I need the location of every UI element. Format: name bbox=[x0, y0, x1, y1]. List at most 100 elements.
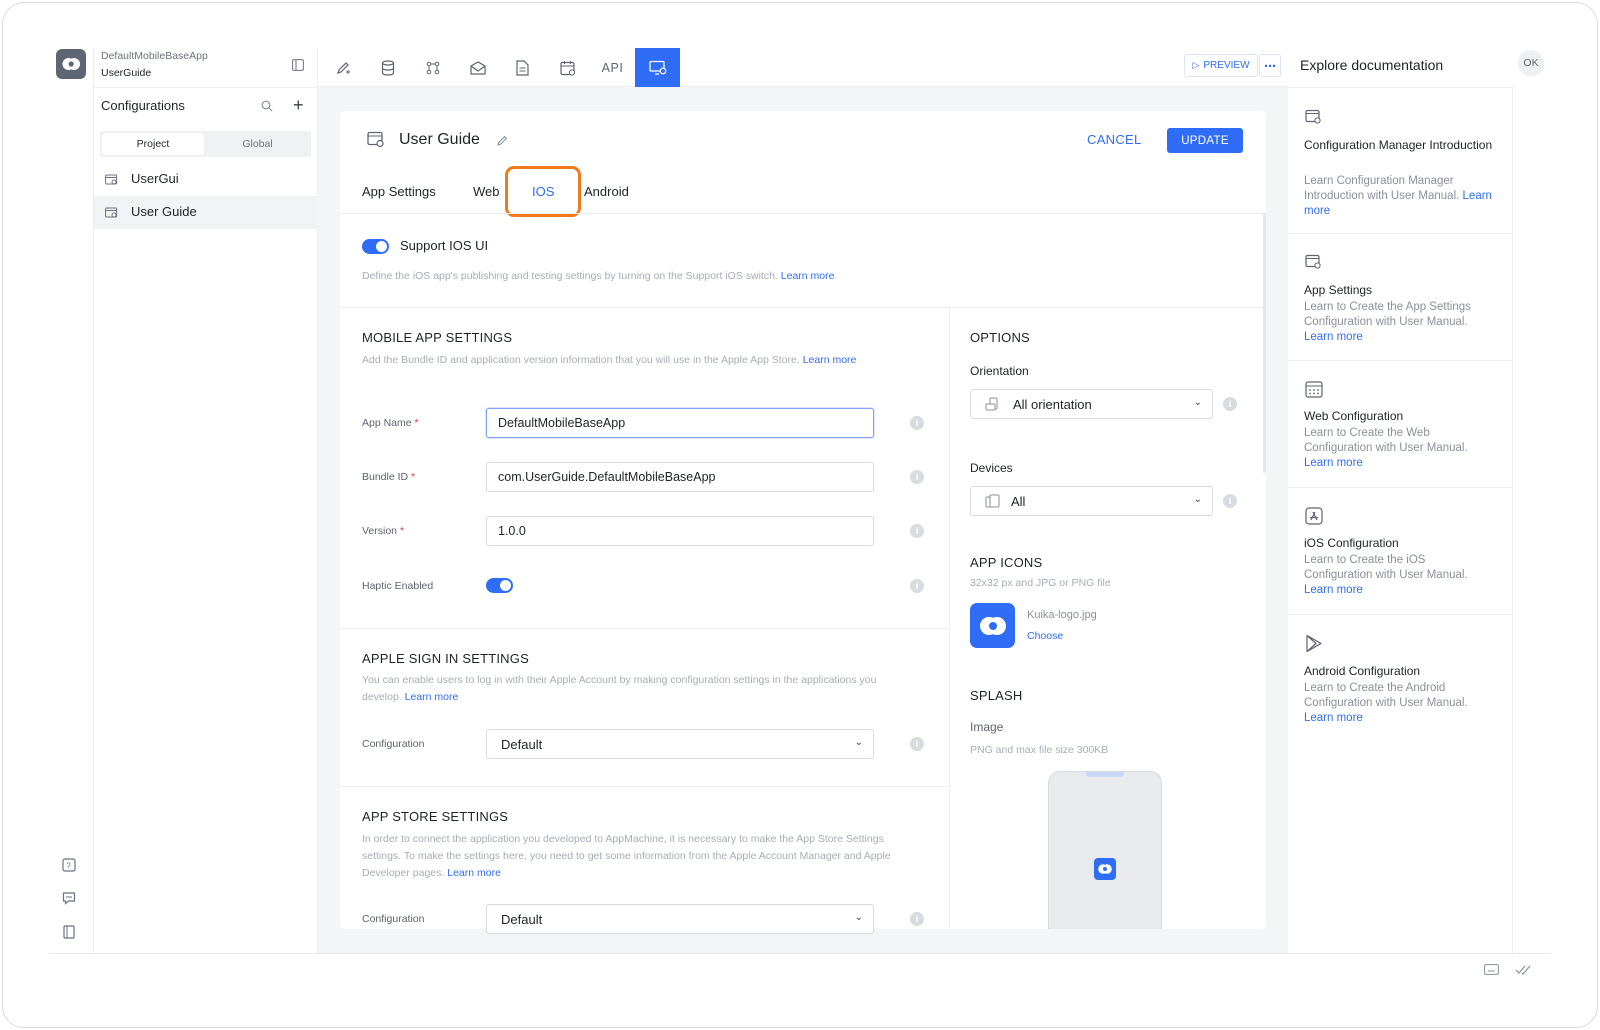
bundle-id-input[interactable]: com.UserGuide.DefaultMobileBaseApp bbox=[486, 462, 874, 492]
doc-learn-more[interactable]: Learn more bbox=[1304, 712, 1363, 724]
tab-project[interactable]: Project bbox=[102, 133, 204, 155]
doc-learn-more[interactable]: Learn more bbox=[1304, 457, 1363, 469]
doc-item-title: Android Configuration bbox=[1304, 664, 1421, 678]
info-icon[interactable]: i bbox=[1223, 397, 1237, 411]
doc-item[interactable]: Android Configuration Learn to Create th… bbox=[1288, 615, 1513, 741]
book-icon[interactable] bbox=[62, 925, 76, 944]
scrollbar[interactable] bbox=[1263, 213, 1266, 473]
tab-global[interactable]: Global bbox=[206, 133, 309, 155]
mail-icon[interactable] bbox=[455, 48, 500, 87]
doc-learn-more[interactable]: Learn more bbox=[1304, 331, 1363, 343]
mobile-app-learn-more[interactable]: Learn more bbox=[803, 354, 857, 366]
document-icon[interactable] bbox=[500, 48, 545, 87]
sidebar-title: Configurations bbox=[101, 98, 185, 113]
splash-phone-preview[interactable] bbox=[1048, 771, 1162, 929]
app-store-title: APP STORE SETTINGS bbox=[362, 809, 509, 824]
search-icon[interactable] bbox=[261, 99, 273, 117]
info-icon[interactable]: i bbox=[1223, 494, 1237, 508]
support-ios-learn-more[interactable]: Learn more bbox=[781, 270, 835, 282]
check-icon[interactable] bbox=[1515, 962, 1531, 980]
docs-title: Explore documentation bbox=[1300, 57, 1444, 73]
edit-title-icon[interactable] bbox=[496, 134, 508, 152]
sidebar-item-label: UserGui bbox=[131, 171, 179, 186]
mobile-app-settings-title: MOBILE APP SETTINGS bbox=[362, 330, 513, 345]
chat-icon[interactable] bbox=[62, 891, 76, 910]
sidebar-item-user-guide[interactable]: User Guide bbox=[94, 196, 318, 229]
apple-sign-in-title: APPLE SIGN IN SETTINGS bbox=[362, 651, 529, 666]
version-label: Version * bbox=[362, 525, 405, 537]
app-name-label: App Name * bbox=[362, 417, 419, 429]
app-icon-preview bbox=[970, 603, 1015, 648]
tab-ios[interactable]: IOS bbox=[532, 184, 554, 199]
haptic-toggle[interactable] bbox=[486, 578, 513, 593]
chevron-down-icon: ⌄ bbox=[854, 737, 863, 748]
mobile-app-settings-hint: Add the Bundle ID and application versio… bbox=[362, 354, 857, 366]
doc-item-text: Learn to Create the Web Configuration wi… bbox=[1304, 427, 1468, 469]
app-store-config-select[interactable]: Default ⌄ bbox=[486, 904, 874, 934]
doc-item-text: Learn to Create the Android Configuratio… bbox=[1304, 682, 1468, 724]
app-store-hint: In order to connect the application you … bbox=[362, 833, 891, 879]
devices-label: Devices bbox=[970, 461, 1013, 475]
apple-sign-in-learn-more[interactable]: Learn more bbox=[405, 691, 459, 703]
database-icon[interactable] bbox=[365, 48, 410, 87]
tab-app-settings[interactable]: App Settings bbox=[362, 184, 436, 199]
options-title: OPTIONS bbox=[970, 330, 1030, 345]
doc-item[interactable]: App Settings Learn to Create the App Set… bbox=[1288, 234, 1513, 361]
design-icon[interactable] bbox=[320, 48, 365, 87]
info-icon[interactable]: i bbox=[910, 416, 924, 430]
add-configuration-icon[interactable]: + bbox=[293, 96, 304, 114]
tab-web[interactable]: Web bbox=[473, 184, 500, 199]
doc-learn-more[interactable]: Learn more bbox=[1304, 584, 1363, 596]
splash-logo bbox=[1094, 858, 1116, 880]
tab-android[interactable]: Android bbox=[584, 184, 629, 199]
app-store-learn-more[interactable]: Learn more bbox=[447, 867, 501, 879]
orientation-value: All orientation bbox=[1013, 396, 1092, 412]
chevron-down-icon: ⌄ bbox=[854, 912, 863, 923]
svg-text:?: ? bbox=[66, 862, 71, 871]
cancel-button[interactable]: CANCEL bbox=[1087, 132, 1142, 147]
help-icon[interactable]: ? bbox=[62, 858, 76, 877]
apple-config-label: Configuration bbox=[362, 738, 425, 750]
api-button[interactable]: API bbox=[590, 48, 635, 87]
info-icon[interactable]: i bbox=[910, 579, 924, 593]
column-divider bbox=[949, 308, 950, 929]
config-icon bbox=[105, 174, 118, 185]
sidebar-item-usergui[interactable]: UserGui bbox=[94, 163, 318, 195]
info-icon[interactable]: i bbox=[910, 470, 924, 484]
doc-item-title: App Settings bbox=[1304, 283, 1373, 297]
support-ios-toggle[interactable] bbox=[362, 239, 389, 254]
info-icon[interactable]: i bbox=[910, 912, 924, 926]
update-button[interactable]: UPDATE bbox=[1167, 128, 1243, 153]
sidebar-item-label: User Guide bbox=[131, 204, 197, 219]
app-logo[interactable] bbox=[56, 49, 86, 79]
preview-button[interactable]: ▷ PREVIEW bbox=[1184, 54, 1258, 77]
app-name-input[interactable]: DefaultMobileBaseApp bbox=[486, 408, 874, 438]
version-input[interactable]: 1.0.0 bbox=[486, 516, 874, 546]
devices-select[interactable]: All ⌄ bbox=[970, 486, 1213, 516]
devices-value: All bbox=[1011, 493, 1026, 509]
app-name: DefaultMobileBaseApp bbox=[101, 50, 208, 62]
orientation-select[interactable]: All orientation ⌄ bbox=[970, 389, 1213, 419]
support-ios-label: Support IOS UI bbox=[400, 238, 489, 253]
app-store-icon bbox=[1305, 507, 1323, 525]
apple-config-select[interactable]: Default ⌄ bbox=[486, 729, 874, 759]
doc-item[interactable]: iOS Configuration Learn to Create the iO… bbox=[1288, 488, 1513, 615]
doc-item-title: iOS Configuration bbox=[1304, 536, 1399, 550]
doc-item[interactable]: Web Configuration Learn to Create the We… bbox=[1288, 361, 1513, 488]
avatar[interactable]: OK bbox=[1518, 50, 1544, 76]
doc-item[interactable]: Configuration Manager Introduction Learn… bbox=[1288, 88, 1513, 234]
app-icons-title: APP ICONS bbox=[970, 555, 1043, 570]
calendar-icon[interactable] bbox=[545, 48, 590, 87]
choose-icon-button[interactable]: Choose bbox=[1027, 630, 1063, 642]
haptic-label: Haptic Enabled bbox=[362, 580, 434, 592]
app-icon-file-name: Kuika-logo.jpg bbox=[1027, 609, 1097, 621]
web-config-icon bbox=[1305, 381, 1323, 398]
more-options-icon[interactable]: ⋯ bbox=[1259, 54, 1281, 77]
keyboard-icon[interactable] bbox=[1484, 962, 1499, 980]
info-icon[interactable]: i bbox=[910, 524, 924, 538]
config-manager-icon bbox=[1305, 109, 1321, 124]
workflow-icon[interactable] bbox=[410, 48, 455, 87]
info-icon[interactable]: i bbox=[910, 737, 924, 751]
collapse-sidebar-icon[interactable] bbox=[292, 58, 304, 76]
configuration-icon[interactable] bbox=[635, 48, 680, 87]
